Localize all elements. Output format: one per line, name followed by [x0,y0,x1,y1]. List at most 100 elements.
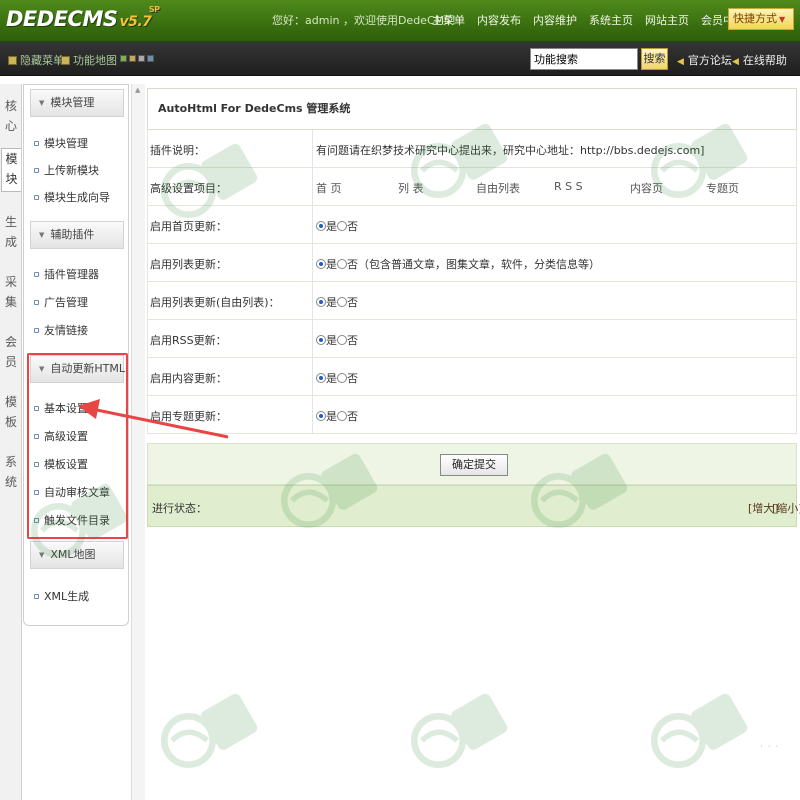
tab-collect-label: 采集 [4,275,17,309]
radio-yes[interactable] [316,221,326,231]
skin-green-icon[interactable] [120,55,127,62]
section-xml-map[interactable]: ▼ XML地图 [30,541,124,569]
sidebar-item-label: 广告管理 [44,296,88,309]
nav-publish[interactable]: 内容发布 [471,12,527,28]
radio-no-label: 否 [347,220,358,233]
bullet-square-icon [34,594,39,599]
sidebar-item-ad-manage[interactable]: 广告管理 [34,294,88,310]
radio-yes-label: 是 [326,296,337,309]
official-forum-link[interactable]: ◀ 官方论坛 [677,52,732,68]
tab-template[interactable]: 模板 [1,392,21,436]
tab-core[interactable]: 核心 [1,96,21,140]
radio-no[interactable] [337,221,347,231]
setting-label: 启用RSS更新： [150,334,227,347]
function-map-label: 功能地图 [73,54,117,67]
function-map-button[interactable]: 功能地图 [61,52,117,68]
col-topic: 专题页 [706,182,739,195]
setting-options: 是否（包含普通文章，图集文章，软件，分类信息等） [316,256,600,272]
nav-site-home[interactable]: 网站主页 [639,12,695,28]
tab-collect[interactable]: 采集 [1,272,21,316]
radio-no[interactable] [337,411,347,421]
main-panel: AutoHtml For DedeCms 管理系统 插件说明： 有问题请在织梦技… [147,88,800,532]
online-help-link[interactable]: ◀ 在线帮助 [732,52,787,68]
tab-generate[interactable]: 生成 [1,212,21,256]
skin-gray-icon[interactable] [138,55,145,62]
plugin-desc-text: 有问题请在织梦技术研究中心提出来，研究中心地址：http://bbs.dedej… [316,144,705,157]
row-divider [312,244,313,281]
quick-menu-button[interactable]: 快捷方式 ▼ [728,8,794,30]
row-divider [312,130,313,167]
bullet-square-icon [34,272,39,277]
bullet-square-icon [34,300,39,305]
help-icon: ◀ [732,57,739,67]
setting-options: 是否 [316,332,358,348]
sidebar-item-friend-links[interactable]: 友情链接 [34,322,88,338]
tab-system[interactable]: 系统 [1,452,21,496]
sidebar-item-xml-generate[interactable]: XML生成 [34,588,89,604]
setting-label: 启用首页更新： [150,220,227,233]
plugin-desc-label: 插件说明： [150,144,205,157]
skin-blue-icon[interactable] [147,55,154,62]
submit-row: 确定提交 [147,443,797,485]
hide-menu-button[interactable]: 隐藏菜单 [8,52,64,68]
radio-no-label: 否 [347,410,358,423]
row-setting-content: 启用内容更新： 是否 [147,358,797,396]
col-content: 内容页 [630,182,663,195]
vertical-tabs: 核心 模块 生成 采集 会员 模板 系统 [0,84,22,800]
nav-content-maintain[interactable]: 内容维护 [527,12,583,28]
search-button[interactable]: 搜索 [641,48,668,70]
radio-no[interactable] [337,259,347,269]
sidebar-item-module-wizard[interactable]: 模块生成向导 [34,189,110,205]
watermark-logo-icon [150,680,260,790]
section-aux-plugins[interactable]: ▼ 辅助插件 [30,221,124,249]
radio-yes-label: 是 [326,334,337,347]
tab-member[interactable]: 会员 [1,332,21,376]
tab-module[interactable]: 模块 [1,148,21,192]
shrink-button[interactable]: [缩小] [772,500,800,516]
watermark-logo-icon [400,680,510,790]
radio-yes[interactable] [316,335,326,345]
radio-yes[interactable] [316,411,326,421]
function-search-input[interactable] [530,48,638,70]
nav-system-home[interactable]: 系统主页 [583,12,639,28]
row-advanced-items: 高级设置项目： 首 页 列 表 自由列表 R S S 内容页 专题页 [147,168,797,206]
row-divider [312,168,313,205]
col-free-list: 自由列表 [476,182,520,195]
help-label: 在线帮助 [742,54,787,67]
radio-no[interactable] [337,335,347,345]
submit-button[interactable]: 确定提交 [440,454,508,476]
sidebar-item-label: XML生成 [44,590,90,603]
sidebar-item-plugin-manager[interactable]: 插件管理器 [34,266,99,282]
radio-no-label: 否 [347,372,358,385]
radio-no-label: 否 [347,258,358,271]
bullet-square-icon [34,328,39,333]
tab-module-label: 模块 [5,152,18,186]
section-module-manage[interactable]: ▼ 模块管理 [30,89,124,117]
col-list: 列 表 [398,182,424,195]
hide-menu-label: 隐藏菜单 [20,54,64,67]
top-header: DEDECMS v5.7 SP 您好：admin ，欢迎使用DedeCMS！ 主菜… [0,0,800,42]
row-setting-rss: 启用RSS更新： 是否 [147,320,797,358]
section-title: 辅助插件 [50,228,95,241]
dedecms-logo: DEDECMS v5.7 SP [6,5,160,37]
row-divider [312,320,313,357]
hide-menu-icon [8,56,17,65]
setting-options: 是否 [316,294,358,310]
radio-no[interactable] [337,297,347,307]
tab-member-label: 会员 [4,335,17,369]
radio-yes-label: 是 [326,372,337,385]
logo-version: v5.7 [119,14,152,30]
radio-yes[interactable] [316,297,326,307]
sidebar-item-upload-module[interactable]: 上传新模块 [34,162,99,178]
sidebar-item-label: 模块生成向导 [44,191,110,204]
radio-yes[interactable] [316,259,326,269]
nav-main-menu[interactable]: 主菜单 [426,12,471,28]
up-arrow-icon[interactable]: ▲ [135,86,140,94]
skin-gold-icon[interactable] [129,55,136,62]
radio-yes[interactable] [316,373,326,383]
radio-no[interactable] [337,373,347,383]
logo-text: DEDECMS [6,7,118,31]
sidebar-item-label: 插件管理器 [44,268,99,281]
section-title: 模块管理 [50,96,95,109]
sidebar-item-module-manage[interactable]: 模块管理 [34,135,88,151]
